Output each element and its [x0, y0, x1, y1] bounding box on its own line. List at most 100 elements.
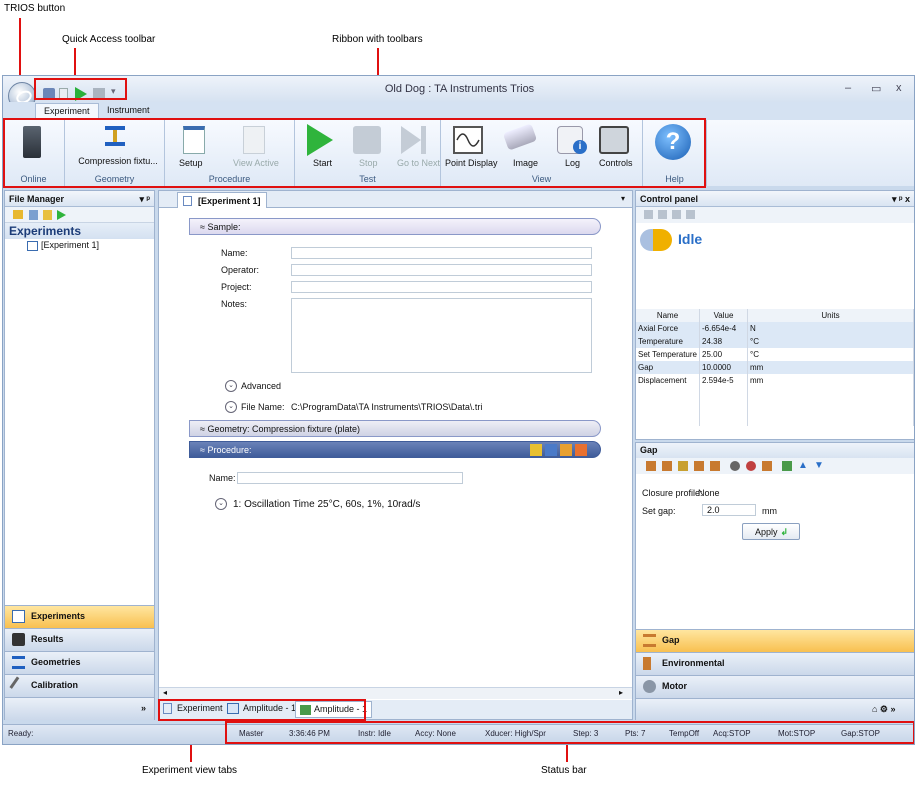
pin-icon[interactable]: ▾ ᵖ	[139, 194, 150, 205]
add-file-icon[interactable]	[29, 210, 38, 220]
advanced-expand-icon[interactable]: ⌄	[225, 380, 237, 392]
operator-label: Operator:	[221, 265, 260, 275]
control-panel-toolbar	[636, 207, 914, 223]
force-icon[interactable]	[746, 461, 756, 471]
document-tabs: [Experiment 1] ▾	[159, 191, 632, 208]
panel-controls-icon[interactable]: ▾ ᵖ x	[892, 194, 910, 205]
set-gap-label: Set gap:	[642, 506, 676, 516]
apply-button[interactable]: Apply ↲	[742, 523, 800, 540]
apply-label: Apply	[755, 527, 778, 537]
procedure-header-label: Procedure:	[207, 445, 252, 455]
annotation-quick-access: Quick Access toolbar	[62, 34, 156, 45]
signals-table: Name Value Units Axial Force -6.654e-4 N T…	[636, 309, 914, 426]
table-row[interactable]: Temperature 24.38 °C	[636, 335, 914, 348]
closure-profile-label: Closure profile:	[642, 488, 703, 498]
zero-gap-icon[interactable]	[646, 461, 656, 471]
experiments-heading: Experiments	[5, 223, 154, 239]
procedure-section-header[interactable]: ≈ Procedure:	[189, 441, 601, 458]
clear-procedure-icon[interactable]	[575, 444, 587, 456]
procedure-name-input[interactable]	[237, 472, 463, 484]
next-icon[interactable]	[672, 210, 681, 219]
project-label: Project:	[221, 282, 252, 292]
minimize-button[interactable]: –	[845, 82, 851, 94]
gap-panel: Gap ▲ ▼ Closure profile: None Set gap: 2…	[635, 442, 914, 721]
nav-geometries[interactable]: Geometries	[5, 651, 154, 674]
maximize-button[interactable]: ▭	[871, 82, 881, 95]
set-gap-unit: mm	[762, 506, 777, 516]
nav-results[interactable]: Results	[5, 628, 154, 651]
document-icon[interactable]	[43, 210, 52, 220]
gap-reset-icon[interactable]	[762, 461, 772, 471]
app-window: Old Dog : TA Instruments Trios – ▭ x ▾ E…	[2, 75, 915, 745]
scroll-left-icon[interactable]: ◂	[163, 688, 167, 697]
horizontal-scrollbar[interactable]: ◂ ▸	[159, 687, 632, 699]
annotation-status-bar: Status bar	[541, 765, 587, 776]
annotation-experiment-tabs: Experiment view tabs	[142, 765, 238, 776]
gap-title: Gap	[636, 443, 914, 458]
stop-icon[interactable]	[658, 210, 667, 219]
nav-gap-label: Gap	[662, 635, 680, 645]
open-procedure-icon[interactable]	[530, 444, 542, 456]
nav-overflow-button[interactable]: »	[5, 697, 154, 720]
sample-section-header[interactable]: ≈ Sample:	[189, 218, 601, 235]
tab-list-dropdown-icon[interactable]: ▾	[621, 194, 625, 203]
annotation-box-quick-access	[34, 78, 127, 100]
control-panel-header: Control panel ▾ ᵖ x	[636, 191, 914, 207]
annotation-line	[566, 742, 568, 762]
notes-textarea[interactable]	[291, 298, 592, 373]
title-bar: Old Dog : TA Instruments Trios – ▭ x	[3, 76, 914, 102]
file-name-expand-icon[interactable]: ⌄	[225, 401, 237, 413]
file-name-label: File Name:	[241, 402, 285, 412]
geometry-section-header[interactable]: ≈ Geometry: Compression fixture (plate)	[189, 420, 601, 437]
open-folder-icon[interactable]	[13, 210, 23, 219]
table-row[interactable]: Gap 10.0000 mm	[636, 361, 914, 374]
nav-experiments[interactable]: Experiments	[5, 605, 154, 628]
name-label: Name:	[221, 248, 248, 258]
file-manager-panel: File Manager ▾ ᵖ Experiments [Experiment …	[4, 190, 155, 720]
step-expand-icon[interactable]: ⌄	[215, 498, 227, 510]
procedure-step[interactable]: 1: Oscillation Time 25°C, 60s, 1%, 10rad…	[233, 499, 420, 510]
go-to-gap-icon[interactable]	[662, 461, 672, 471]
close-button[interactable]: x	[896, 82, 902, 94]
run-icon[interactable]	[57, 210, 66, 220]
nav-experiments-label: Experiments	[31, 611, 86, 621]
project-input[interactable]	[291, 281, 592, 293]
nav-environmental[interactable]: Environmental	[636, 652, 914, 675]
cell-unit: mm	[747, 374, 914, 387]
settings-icon[interactable]	[782, 461, 792, 471]
set-gap-input[interactable]: 2.0	[702, 504, 756, 516]
table-row[interactable]: Set Temperature 25.00 °C	[636, 348, 914, 361]
geometry-gap-icon[interactable]	[694, 461, 704, 471]
tree-item[interactable]: [Experiment 1]	[5, 239, 154, 253]
apply-arrow-icon: ↲	[780, 527, 789, 537]
table-row-empty	[636, 400, 914, 413]
table-row[interactable]: Displacement 2.594e-5 mm	[636, 374, 914, 387]
scroll-right-icon[interactable]: ▸	[619, 688, 623, 697]
nav-overflow-button[interactable]: ⌂ ⚙ »	[636, 698, 914, 721]
trim-gap-icon[interactable]	[710, 461, 720, 471]
nav-gap[interactable]: Gap	[636, 629, 914, 652]
sample-name-input[interactable]	[291, 247, 592, 259]
operator-input[interactable]	[291, 264, 592, 276]
annotation-box-experiment-tabs	[158, 699, 366, 721]
edit-procedure-icon[interactable]	[560, 444, 572, 456]
column-header-units: Units	[747, 309, 914, 322]
geometries-icon	[12, 656, 25, 669]
weight-icon[interactable]	[730, 461, 740, 471]
loading-gap-icon[interactable]	[678, 461, 688, 471]
cell-unit: mm	[747, 361, 914, 374]
nav-calibration[interactable]: Calibration	[5, 674, 154, 697]
nav-motor[interactable]: Motor	[636, 675, 914, 698]
results-icon	[12, 633, 25, 646]
chevron-down-icon[interactable]: ▼	[814, 460, 824, 471]
back-icon[interactable]	[644, 210, 653, 219]
chevron-up-icon[interactable]: ▲	[798, 460, 808, 471]
advanced-label[interactable]: Advanced	[241, 381, 281, 391]
tree-item-label: [Experiment 1]	[41, 240, 100, 250]
doc-icon[interactable]	[686, 210, 695, 219]
motor-icon	[643, 680, 656, 693]
table-row[interactable]: Axial Force -6.654e-4 N	[636, 322, 914, 335]
table-header-row: Name Value Units	[636, 309, 914, 322]
doc-tab-experiment[interactable]: [Experiment 1]	[177, 192, 267, 208]
save-procedure-icon[interactable]	[545, 444, 557, 456]
